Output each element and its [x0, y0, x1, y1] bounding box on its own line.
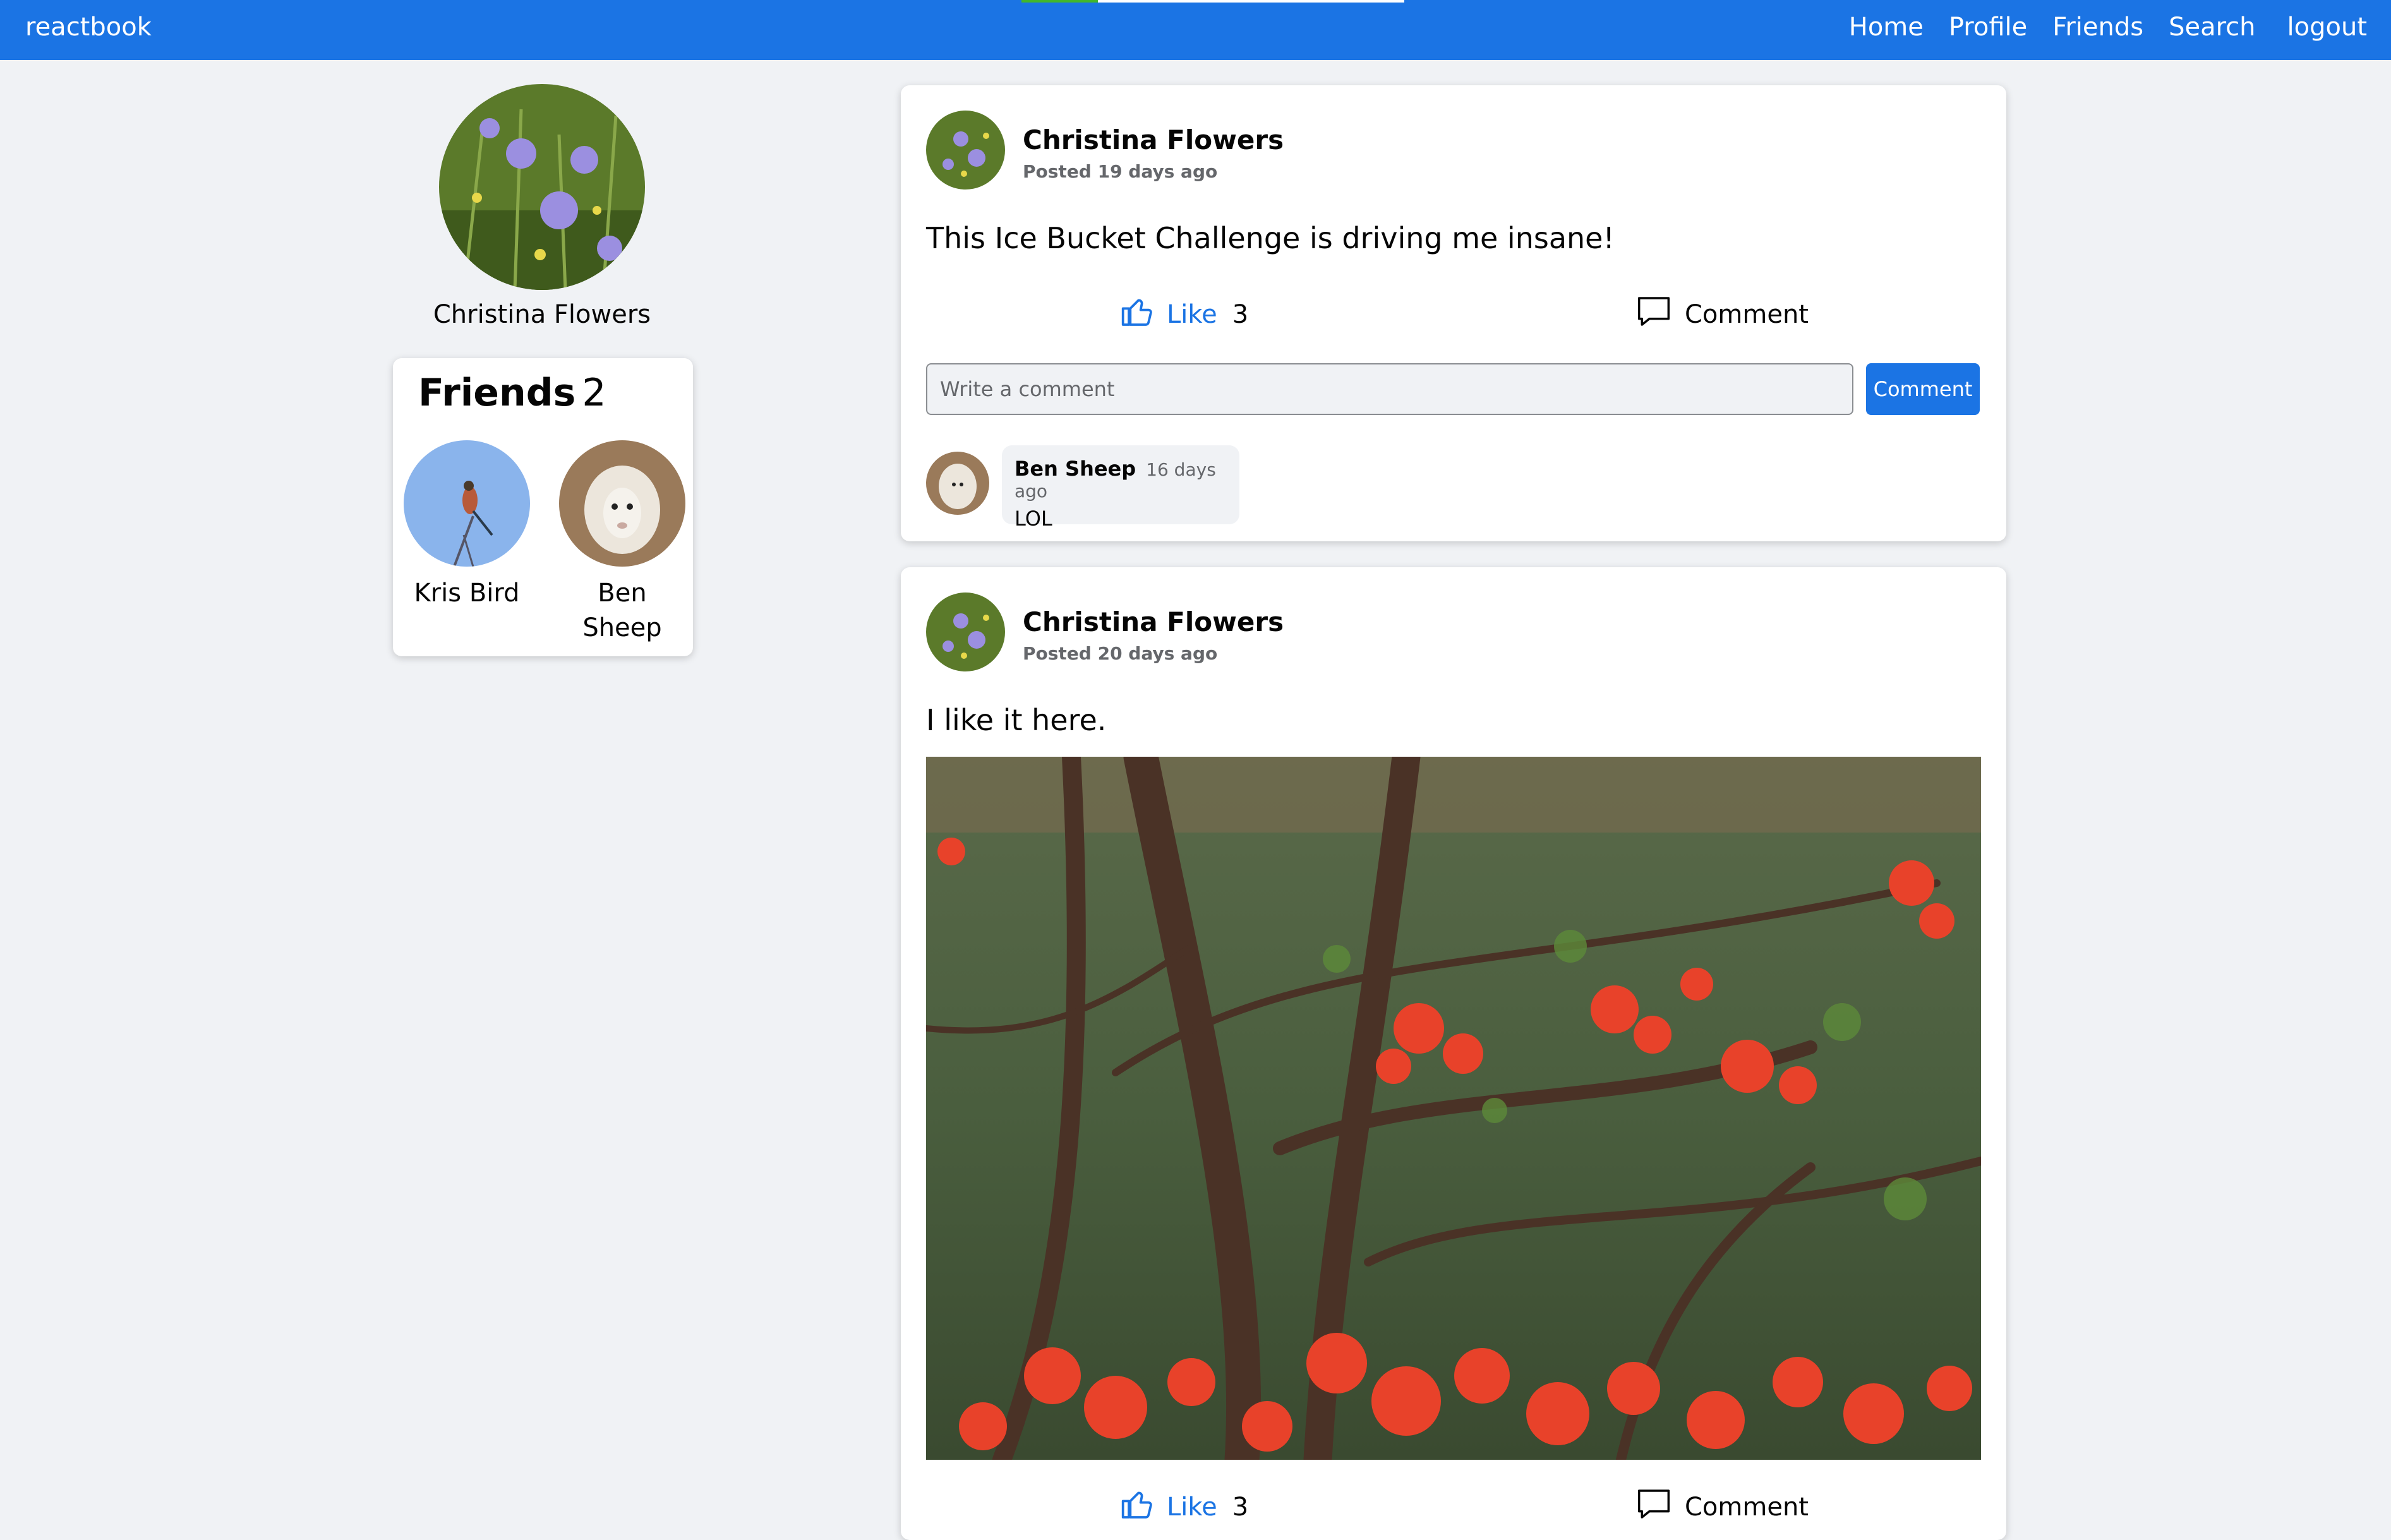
- friend-name[interactable]: Ben Sheep: [556, 576, 689, 646]
- post-author-avatar[interactable]: [926, 593, 1005, 671]
- nav-home-link[interactable]: Home: [1849, 13, 1924, 42]
- post-image[interactable]: [926, 757, 1981, 1460]
- progress-fill: [1021, 0, 1099, 3]
- post-author-avatar[interactable]: [926, 111, 1005, 189]
- like-label: Like: [1167, 1493, 1217, 1522]
- nav-links: Home Profile Friends Search logout: [1849, 13, 2367, 42]
- comment-bubble: Ben Sheep 16 days ago LOL: [1002, 445, 1239, 531]
- friends-card: Friends 2 Kris Bird Ben Sheep: [393, 358, 693, 656]
- comment-button[interactable]: Comment: [1635, 294, 1809, 335]
- brand-link[interactable]: reactbook: [25, 13, 152, 42]
- post-author-name[interactable]: Christina Flowers: [1023, 124, 1284, 155]
- logout-button[interactable]: logout: [2287, 13, 2367, 42]
- comment-button[interactable]: Comment: [1635, 1486, 1809, 1528]
- nav-friends-link[interactable]: Friends: [2052, 13, 2143, 42]
- comment-submit-button[interactable]: Comment: [1866, 363, 1980, 415]
- profile-avatar[interactable]: [439, 84, 645, 290]
- friends-heading: Friends: [418, 371, 576, 415]
- post-text: This Ice Bucket Challenge is driving me …: [926, 221, 1615, 255]
- friend-avatar[interactable]: [559, 440, 685, 567]
- friends-title: Friends 2: [418, 371, 606, 415]
- post-timestamp: Posted 19 days ago: [1023, 161, 1218, 182]
- comment-author-name[interactable]: Ben Sheep: [1015, 457, 1136, 481]
- nav-profile-link[interactable]: Profile: [1949, 13, 2027, 42]
- friend-item[interactable]: Ben Sheep: [556, 440, 689, 646]
- thumbs-up-icon: [1120, 294, 1155, 335]
- friend-item[interactable]: Kris Bird: [401, 440, 533, 611]
- post-card: Christina Flowers Posted 19 days ago Thi…: [901, 85, 2006, 541]
- like-count: 3: [1232, 300, 1249, 329]
- thumbs-up-icon: [1120, 1486, 1155, 1528]
- post-author-name[interactable]: Christina Flowers: [1023, 606, 1284, 637]
- like-label: Like: [1167, 300, 1217, 329]
- friends-count: 2: [582, 371, 606, 415]
- like-button[interactable]: Like 3: [1120, 1486, 1248, 1528]
- nav-search-link[interactable]: Search: [2169, 13, 2255, 42]
- post-card: Christina Flowers Posted 20 days ago I l…: [901, 567, 2006, 1540]
- loading-progress-bar: [1021, 0, 1404, 3]
- post-timestamp: Posted 20 days ago: [1023, 643, 1218, 664]
- top-navbar: reactbook Home Profile Friends Search lo…: [0, 0, 2391, 60]
- comment-input[interactable]: [926, 363, 1853, 415]
- friend-avatar[interactable]: [404, 440, 530, 567]
- friend-name[interactable]: Kris Bird: [401, 576, 533, 611]
- comment-bubble-icon: [1635, 294, 1672, 335]
- comment-author-avatar[interactable]: [926, 452, 989, 515]
- comment-label: Comment: [1685, 1493, 1809, 1522]
- profile-name: Christina Flowers: [433, 300, 651, 329]
- comment-label: Comment: [1685, 300, 1809, 329]
- comment-bubble-icon: [1635, 1486, 1672, 1528]
- post-text: I like it here.: [926, 703, 1107, 737]
- like-button[interactable]: Like 3: [1120, 294, 1248, 335]
- comment-text: LOL: [1015, 507, 1052, 531]
- like-count: 3: [1232, 1493, 1249, 1522]
